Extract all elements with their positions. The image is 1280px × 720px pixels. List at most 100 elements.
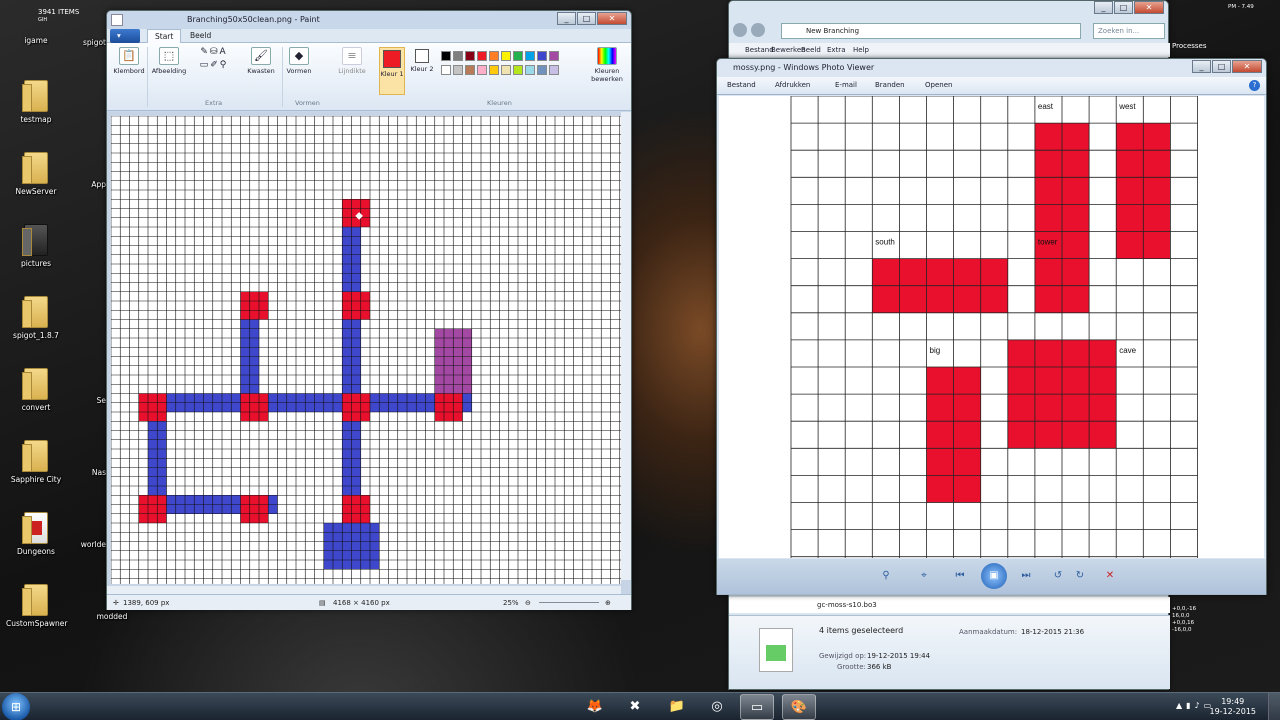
brushes-button[interactable]: 🖌 Kwasten [241,47,281,75]
color-swatch[interactable] [441,51,451,61]
zoom-icon[interactable]: ⚲ [877,567,895,585]
desktop-icon[interactable]: Dungeons [6,512,66,556]
color-swatch[interactable] [537,65,547,75]
pv-menu-item[interactable]: Openen [925,81,952,89]
clock[interactable]: 19:49 19-12-2015 [1210,697,1257,717]
desktop-icon[interactable]: Sapphire City [6,440,66,484]
slideshow-button[interactable]: ▣ [981,563,1007,589]
actual-size-icon[interactable]: ⌖ [915,567,933,585]
rotate-left-icon[interactable]: ↺ [1049,567,1067,585]
forward-button[interactable] [751,23,765,37]
desktop-icon[interactable]: convert [6,368,66,412]
menu-item[interactable]: Extra [827,46,845,54]
media-icon[interactable]: ◎ [700,694,734,720]
firefox-icon[interactable]: 🦊 [578,694,612,720]
zoom-in-button[interactable]: ⊕ [605,595,611,611]
desktop-icon[interactable]: worlde [62,540,106,549]
start-button[interactable]: ⊞ [2,693,30,720]
delete-icon[interactable]: ✕ [1101,567,1119,585]
back-button[interactable] [733,23,747,37]
desktop-icon[interactable]: testmap [6,80,66,124]
pv-menu-item[interactable]: Branden [875,81,905,89]
desktop-icon[interactable]: App [62,180,106,189]
menu-item[interactable]: Beeld [801,46,821,54]
desktop-icon[interactable]: spigot [62,38,106,47]
color-swatch[interactable] [525,51,535,61]
zoom-out-button[interactable]: ⊖ [525,595,531,611]
file-menu-button[interactable]: ▾ [110,29,140,43]
desktop-icon[interactable]: igame [6,36,66,45]
desktop-icon[interactable]: NewServer [6,152,66,196]
desktop-icon[interactable]: spigot_1.8.7 [6,296,66,340]
paint-titlebar[interactable]: Branching50x50clean.png - Paint _ □ ✕ [107,11,631,29]
edit-colors-button[interactable]: Kleuren bewerken [587,47,627,83]
color-swatch[interactable] [453,65,463,75]
line-width-button[interactable]: ≡ Lijndikte [335,47,369,75]
photo-area[interactable]: east west south tower big cave [719,96,1264,558]
close-button[interactable]: ✕ [1134,1,1164,14]
close-button[interactable]: ✕ [597,12,627,25]
canvas-area[interactable]: ◆ [107,112,631,594]
color-swatch[interactable] [465,51,475,61]
desktop-icon[interactable]: Nas [62,468,106,477]
pv-menu-item[interactable]: Afdrukken [775,81,810,89]
color-swatch[interactable] [513,65,523,75]
rotate-right-icon[interactable]: ↻ [1071,567,1089,585]
desktop-icon[interactable]: pictures [6,224,66,268]
help-icon[interactable]: ? [1249,80,1260,91]
desktop-icon[interactable]: CustomSpawner [6,584,67,628]
menu-item[interactable]: Bestand [745,46,774,54]
desktop-icon[interactable]: Se [62,396,106,405]
shapes-button[interactable]: ◆ Vormen [284,47,314,75]
pencil-icon[interactable]: ✎ [200,47,208,57]
color-swatch[interactable] [501,65,511,75]
color-swatch[interactable] [525,65,535,75]
magnifier-icon[interactable]: ⚲ [220,60,227,70]
clipboard-button[interactable]: 📋 Klembord [111,47,147,75]
folder-icon[interactable]: 📁 [660,694,694,720]
horizontal-scrollbar[interactable] [107,586,621,594]
desktop-icon[interactable]: modded [82,612,142,621]
zoom-slider[interactable] [539,602,599,603]
color-swatch[interactable] [453,51,463,61]
app-x-icon[interactable]: ✖ [618,694,652,720]
fill-icon[interactable]: ⛁ [210,47,218,57]
pv-menu-item[interactable]: Bestand [727,81,756,89]
color1-button[interactable]: Kleur 1 [379,47,405,95]
tab-view[interactable]: Beeld [183,29,218,43]
color-swatch[interactable] [489,51,499,61]
color-swatch[interactable] [441,65,451,75]
close-button[interactable]: ✕ [1232,60,1262,73]
color2-button[interactable]: Kleur 2 [409,47,435,73]
color-swatch[interactable] [489,65,499,75]
previous-icon[interactable]: ⏮ [951,567,969,585]
drawing-canvas[interactable]: ◆ [111,116,621,584]
show-desktop-button[interactable] [1268,693,1280,720]
color-swatch[interactable] [549,65,559,75]
menu-item[interactable]: Help [853,46,869,54]
color-swatch[interactable] [513,51,523,61]
color-swatch[interactable] [501,51,511,61]
color-swatch[interactable] [537,51,547,61]
explorer-task-icon[interactable]: ▭ [740,694,774,720]
image-button[interactable]: ⬚ Afbeelding [149,47,189,75]
maximize-button[interactable]: □ [1212,60,1231,73]
maximize-button[interactable]: □ [577,12,596,25]
tab-start[interactable]: Start [147,29,182,43]
maximize-button[interactable]: □ [1114,1,1133,14]
minimize-button[interactable]: _ [557,12,576,25]
paint-task-icon[interactable]: 🎨 [782,694,816,720]
minimize-button[interactable]: _ [1094,1,1113,14]
color-swatch[interactable] [465,65,475,75]
pv-titlebar[interactable]: mossy.png - Windows Photo Viewer _ □ ✕ [717,59,1266,77]
color-swatch[interactable] [549,51,559,61]
minimize-button[interactable]: _ [1192,60,1211,73]
color-picker-icon[interactable]: ✐ [210,60,218,70]
vertical-scrollbar[interactable] [621,112,631,580]
color-swatch[interactable] [477,65,487,75]
text-icon[interactable]: A [219,47,225,57]
color-swatch[interactable] [477,51,487,61]
eraser-icon[interactable]: ▭ [200,60,209,70]
file-row[interactable]: gc-moss-s10.bo3 [729,597,1170,613]
search-input[interactable]: Zoeken in... [1093,23,1165,39]
